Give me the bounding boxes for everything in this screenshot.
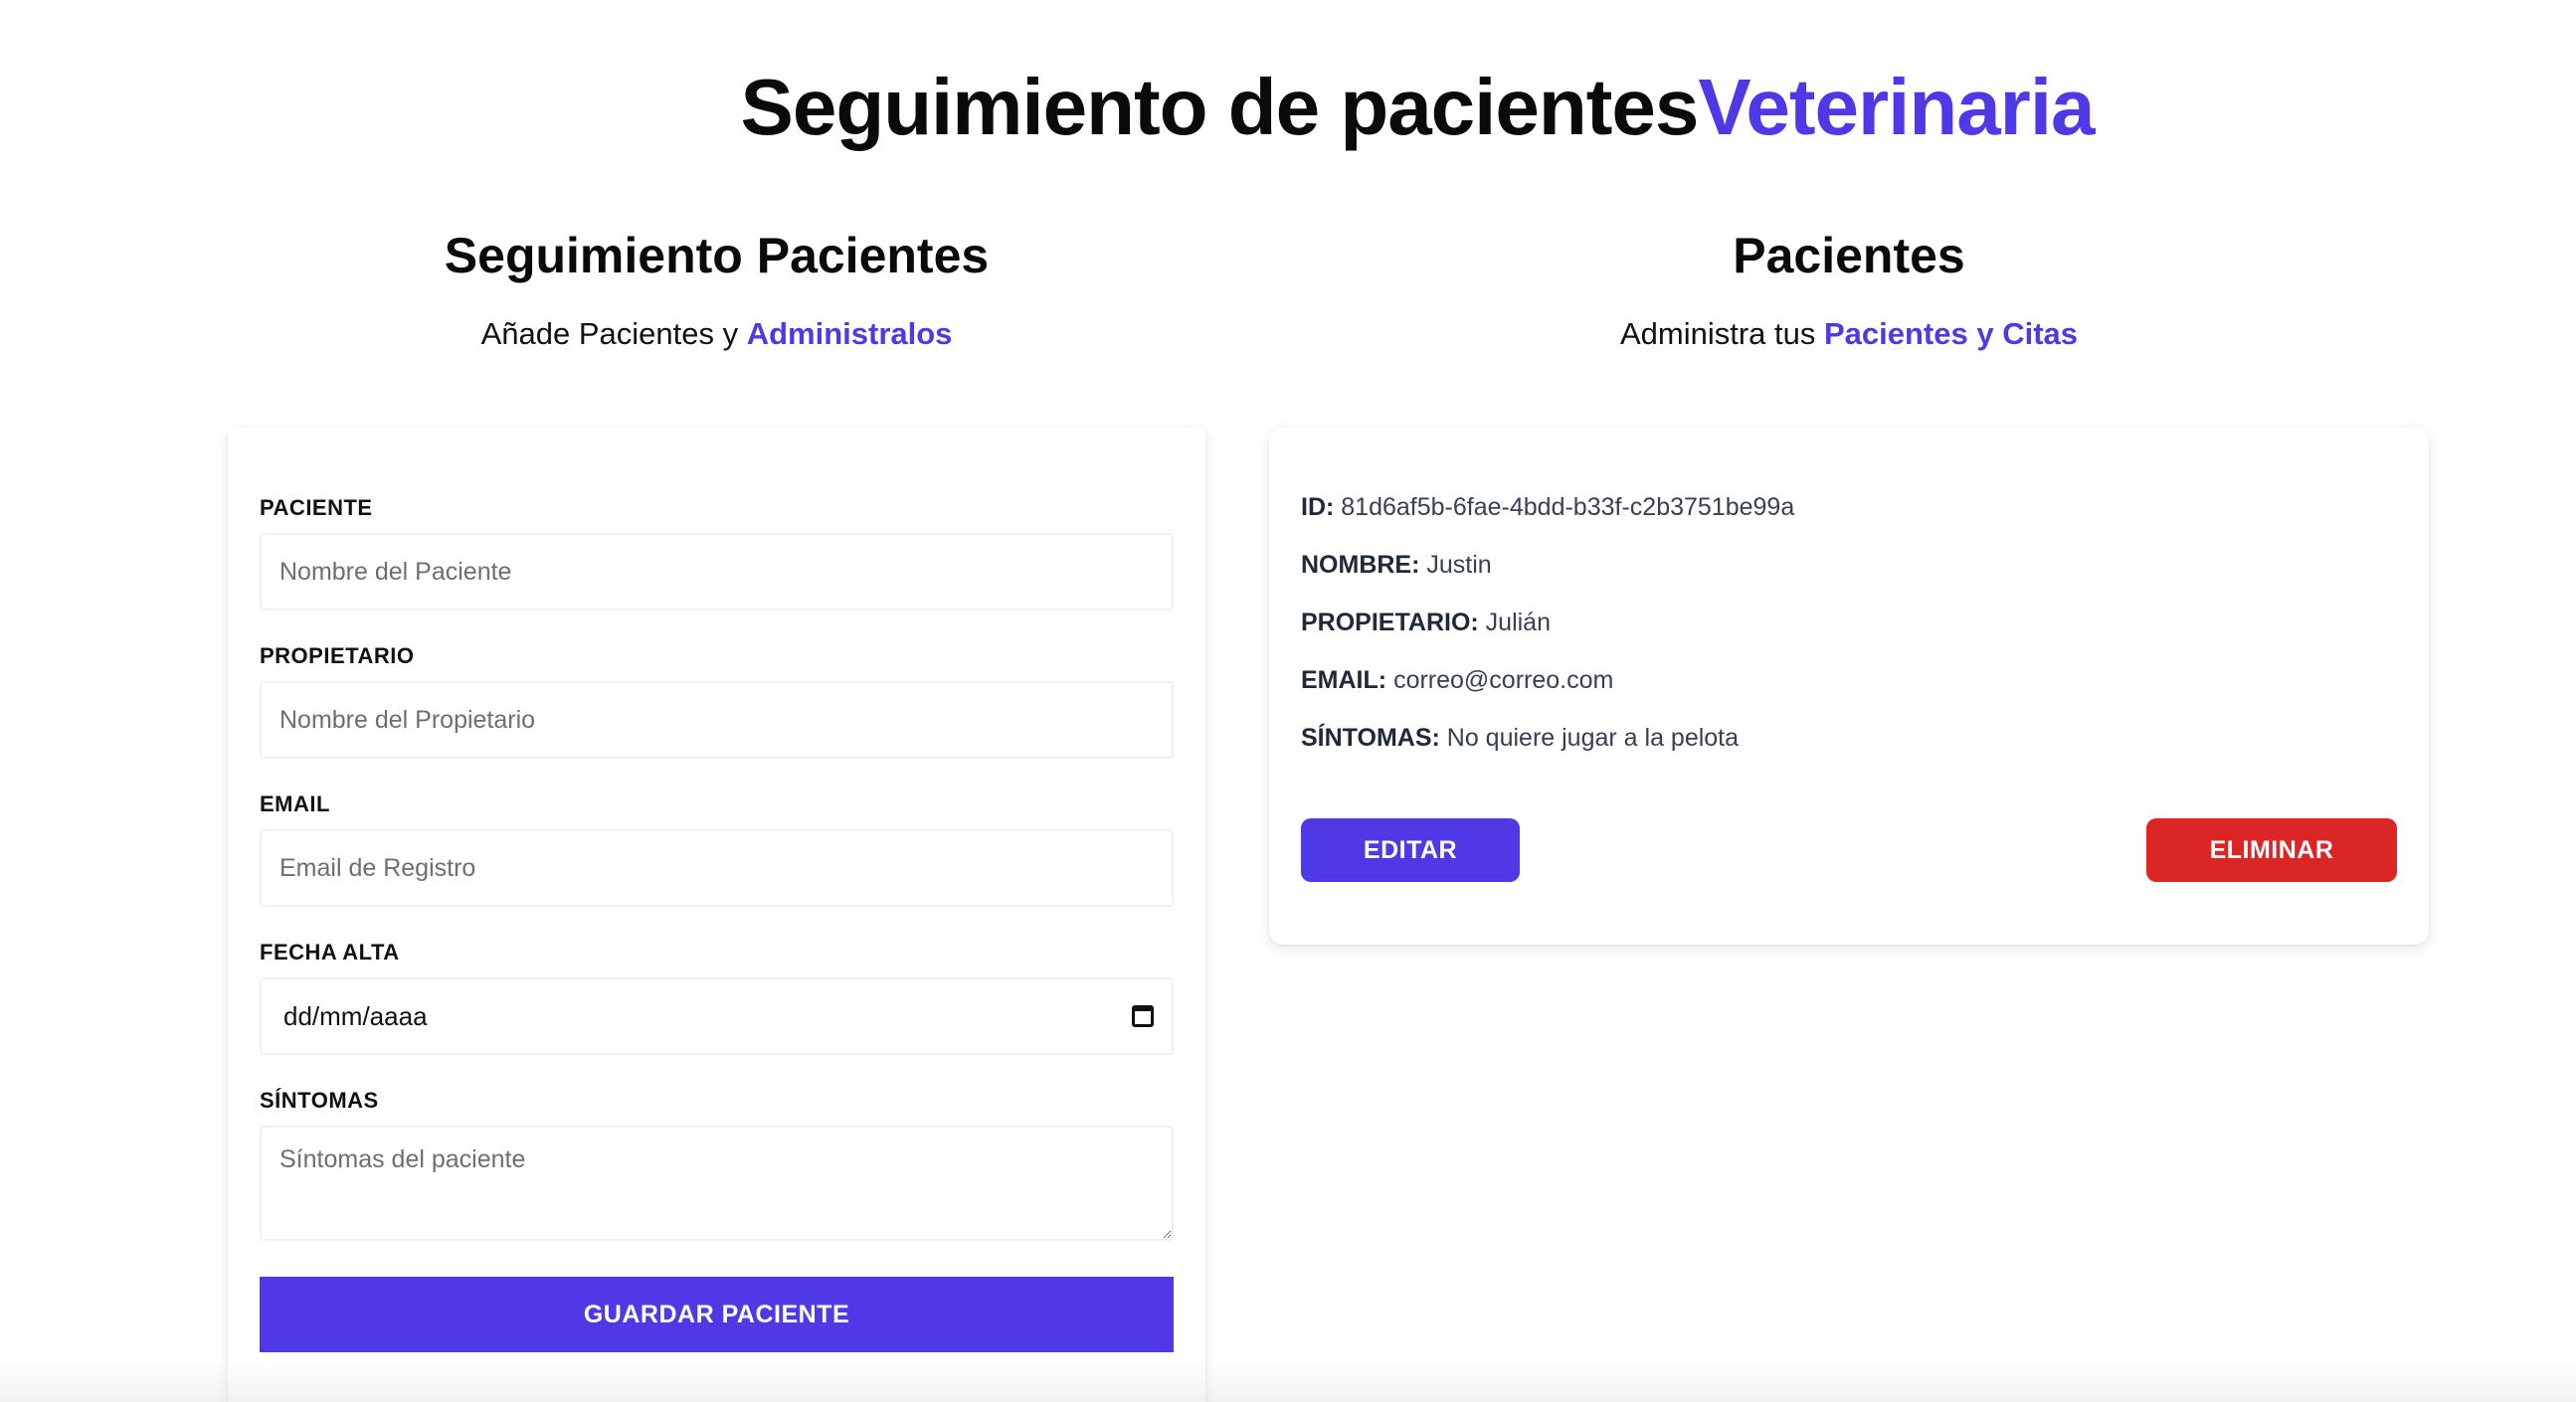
list-section-subtitle-accent: Pacientes y Citas — [1823, 316, 2079, 351]
patient-id-value: 81d6af5b-6fae-4bdd-b33f-c2b3751be99a — [1341, 493, 1795, 521]
patient-email-label: EMAIL: — [1301, 666, 1387, 694]
patient-nombre-label: NOMBRE: — [1301, 551, 1420, 579]
form-section-subtitle-accent: Administralos — [746, 316, 953, 351]
page-title-accent: Veterinaria — [1698, 63, 2095, 151]
page-title-main: Seguimiento de pacientes — [740, 63, 1699, 151]
patient-sintomas-row: SÍNTOMAS: No quiere jugar a la pelota — [1301, 724, 1739, 753]
email-field-group: EMAIL — [260, 791, 1174, 907]
form-section-subtitle-prefix: Añade Pacientes y — [480, 316, 747, 351]
fecha-alta-field-group: FECHA ALTA dd/mm/aaaa — [260, 940, 1174, 1055]
patient-propietario-label: PROPIETARIO: — [1301, 609, 1479, 636]
bottom-edge-shade — [0, 1362, 2576, 1402]
patient-email-row: EMAIL: correo@correo.com — [1301, 666, 1613, 695]
paciente-input[interactable] — [260, 533, 1174, 611]
sintomas-field-group: SÍNTOMAS — [260, 1088, 1174, 1241]
fecha-alta-value: dd/mm/aaaa — [283, 1000, 428, 1031]
page: Seguimiento de pacientesVeterinaria Segu… — [0, 0, 2576, 1402]
list-section-subtitle: Administra tus Pacientes y Citas — [1269, 316, 2429, 352]
patient-nombre-row: NOMBRE: Justin — [1301, 551, 1492, 580]
sintomas-textarea[interactable] — [260, 1126, 1174, 1241]
form-section-subtitle: Añade Pacientes y Administralos — [228, 316, 1205, 352]
sintomas-label: SÍNTOMAS — [260, 1088, 379, 1113]
fecha-alta-label: FECHA ALTA — [260, 940, 400, 964]
propietario-field-group: PROPIETARIO — [260, 643, 1174, 759]
patient-card: ID: 81d6af5b-6fae-4bdd-b33f-c2b3751be99a… — [1269, 428, 2429, 945]
list-section-title: Pacientes — [1733, 228, 1965, 283]
page-title: Seguimiento de pacientesVeterinaria — [0, 62, 2576, 153]
calendar-icon[interactable] — [1132, 1005, 1154, 1027]
patient-nombre-value: Justin — [1426, 551, 1492, 579]
list-section-subtitle-prefix: Administra tus — [1619, 316, 1824, 351]
paciente-label: PACIENTE — [260, 495, 373, 520]
patient-propietario-row: PROPIETARIO: Julián — [1301, 609, 1551, 637]
delete-button[interactable]: ELIMINAR — [2146, 818, 2397, 882]
patient-sintomas-value: No quiere jugar a la pelota — [1446, 724, 1740, 752]
patient-sintomas-label: SÍNTOMAS: — [1301, 724, 1440, 752]
email-label: EMAIL — [260, 791, 330, 816]
patient-propietario-value: Julián — [1485, 609, 1551, 636]
edit-button[interactable]: EDITAR — [1301, 818, 1520, 882]
email-input[interactable] — [260, 829, 1174, 907]
propietario-input[interactable] — [260, 681, 1174, 759]
propietario-label: PROPIETARIO — [260, 643, 415, 668]
patient-id-label: ID: — [1301, 493, 1335, 521]
save-patient-button[interactable]: GUARDAR PACIENTE — [260, 1277, 1174, 1352]
paciente-field-group: PACIENTE — [260, 495, 1174, 611]
patient-form: PACIENTE PROPIETARIO EMAIL FECHA ALTA dd… — [228, 428, 1205, 1402]
patient-id-row: ID: 81d6af5b-6fae-4bdd-b33f-c2b3751be99a — [1301, 493, 1794, 522]
form-section-title: Seguimiento Pacientes — [444, 228, 990, 283]
patient-email-value: correo@correo.com — [1393, 666, 1614, 694]
fecha-alta-input[interactable]: dd/mm/aaaa — [260, 977, 1174, 1055]
